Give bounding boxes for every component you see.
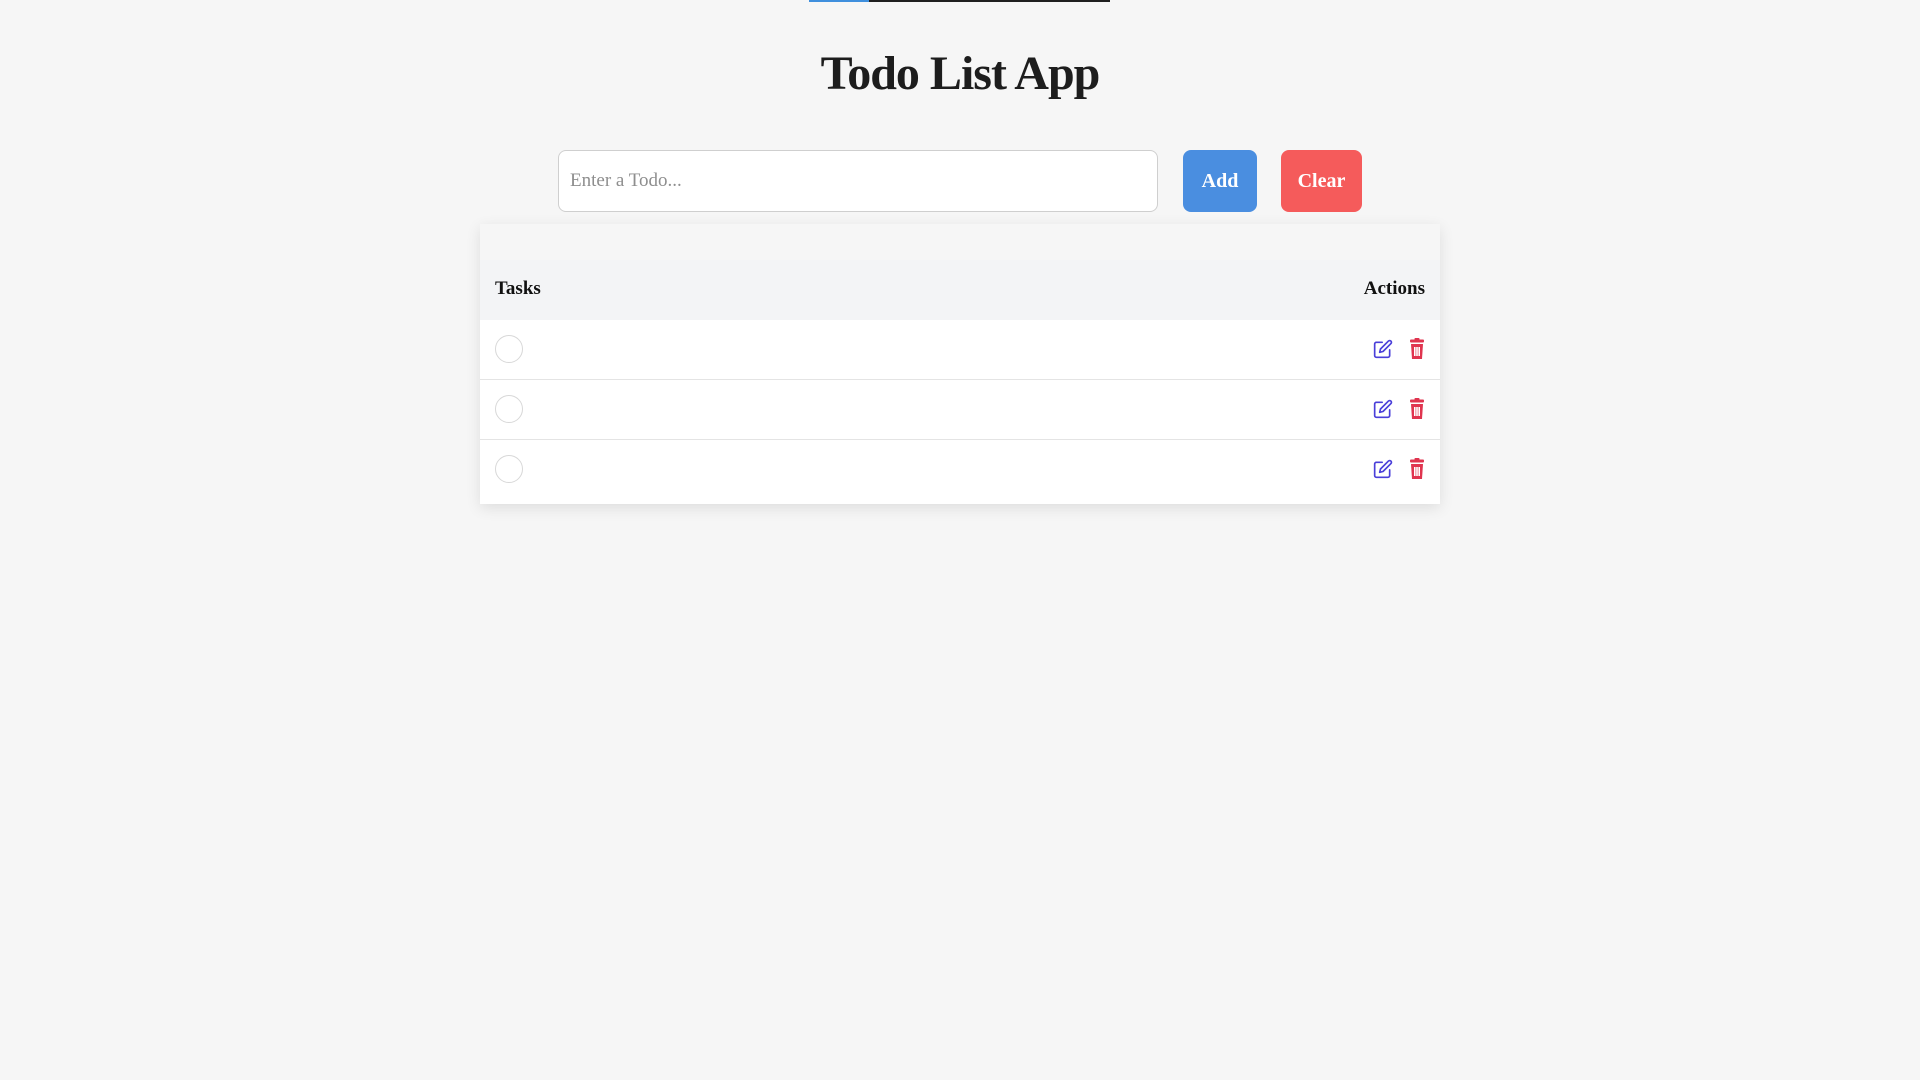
add-button[interactable]: Add [1183,150,1257,212]
table-top-spacer [480,224,1440,260]
todo-table: Tasks Actions [480,224,1440,504]
edit-icon[interactable] [1372,458,1394,480]
trash-icon[interactable] [1406,398,1428,420]
table-row [480,440,1440,500]
table-header: Tasks Actions [480,260,1440,320]
clear-button[interactable]: Clear [1281,150,1362,212]
top-progress-bar [809,0,1110,2]
todo-input-row: Add Clear [558,150,1362,212]
actions-header: Actions [1363,278,1425,299]
edit-icon[interactable] [1372,338,1394,360]
tasks-header: Tasks [495,278,541,299]
row-actions [1372,456,1428,482]
trash-icon[interactable] [1406,458,1428,480]
table-row [480,320,1440,380]
table-row [480,380,1440,440]
row-actions [1372,396,1428,422]
trash-icon[interactable] [1406,338,1428,360]
task-checkbox[interactable] [495,455,523,483]
top-progress-fill [809,0,870,2]
task-checkbox[interactable] [495,335,523,363]
todo-input[interactable] [558,150,1158,212]
row-actions [1372,336,1428,362]
todo-page: Todo List App Add Clear Tasks Actions [0,0,1920,1080]
page-title: Todo List App [820,47,1101,100]
edit-icon[interactable] [1372,398,1394,420]
task-checkbox[interactable] [495,395,523,423]
